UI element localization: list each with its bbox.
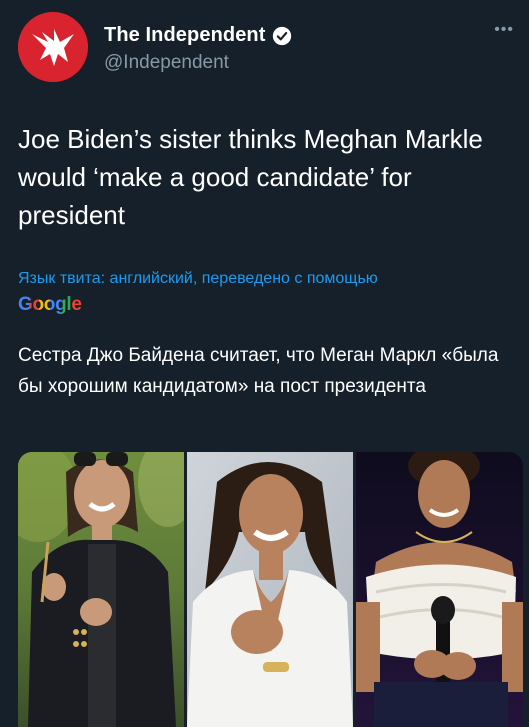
photo-1-image	[18, 452, 184, 727]
user-name[interactable]: The Independent	[104, 24, 266, 47]
user-handle[interactable]: @Independent	[104, 52, 229, 74]
user-name-row[interactable]: The Independent	[104, 24, 292, 47]
photo-3-image	[356, 452, 523, 727]
translated-tweet-text: Сестра Джо Байдена считает, что Меган Ма…	[18, 345, 499, 397]
photo-2-image	[187, 452, 353, 727]
eagle-logo-icon	[18, 12, 88, 82]
google-logo-text: Google	[18, 294, 82, 315]
photo-1[interactable]	[18, 452, 184, 727]
more-options-icon[interactable]: •••	[494, 22, 514, 38]
avatar[interactable]	[18, 12, 88, 82]
verified-badge-icon	[272, 26, 291, 45]
translation-notice[interactable]: Язык твита: английский, переведено с пом…	[18, 270, 518, 288]
photo-2[interactable]	[187, 452, 353, 727]
photo-3[interactable]	[356, 452, 523, 727]
tweet-media[interactable]	[18, 452, 523, 727]
tweet-text: Joe Biden’s sister thinks Meghan Markle …	[18, 124, 483, 230]
google-logo[interactable]: Google	[18, 294, 82, 316]
tweet-header: The Independent @Independent •••	[14, 12, 514, 88]
